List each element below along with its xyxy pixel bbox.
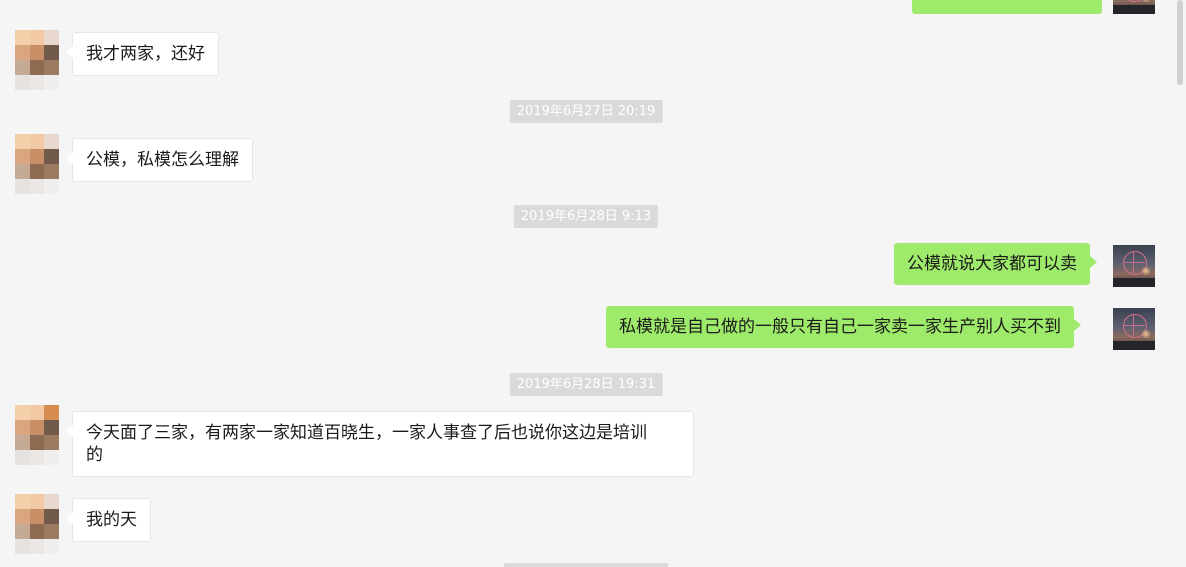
message-text: 我才两家，还好 bbox=[86, 44, 205, 64]
message-text: 今天面了三家，有两家一家知道百晓生，一家人事查了后也说你这边是培训 bbox=[86, 423, 647, 443]
timestamp: 2019年6月28日 19:31 bbox=[509, 373, 663, 396]
chat-message-area: 我才两家，还好 2019年6月27日 20:19 公模，私模怎么理解 2019年… bbox=[0, 0, 1186, 567]
message-bubble-incoming[interactable]: 我才两家，还好 bbox=[66, 32, 219, 76]
message-text: 我的天 bbox=[86, 510, 137, 530]
timestamp: 2019年6月27日 20:19 bbox=[509, 100, 663, 123]
scrollbar-thumb[interactable] bbox=[1177, 0, 1183, 85]
message-bubble-outgoing-partial[interactable] bbox=[912, 0, 1102, 14]
message-bubble-incoming[interactable]: 今天面了三家，有两家一家知道百晓生，一家人事查了后也说你这边是培训 的 bbox=[66, 411, 694, 477]
self-avatar[interactable] bbox=[1113, 0, 1155, 14]
scrollbar[interactable] bbox=[1174, 0, 1186, 567]
contact-avatar[interactable] bbox=[15, 494, 59, 554]
message-bubble-outgoing[interactable]: 私模就是自己做的一般只有自己一家卖一家生产别人买不到 bbox=[606, 306, 1081, 348]
message-text: 的 bbox=[86, 445, 103, 465]
self-avatar[interactable] bbox=[1113, 308, 1155, 350]
message-bubble-incoming[interactable]: 公模，私模怎么理解 bbox=[66, 138, 253, 182]
message-text: 私模就是自己做的一般只有自己一家卖一家生产别人买不到 bbox=[619, 317, 1061, 337]
contact-avatar[interactable] bbox=[15, 30, 59, 90]
timestamp-partial bbox=[504, 563, 668, 567]
message-bubble-outgoing[interactable]: 公模就说大家都可以卖 bbox=[894, 243, 1097, 285]
contact-avatar[interactable] bbox=[15, 405, 59, 465]
message-bubble-incoming[interactable]: 我的天 bbox=[66, 498, 151, 542]
message-text: 公模就说大家都可以卖 bbox=[907, 254, 1077, 274]
contact-avatar[interactable] bbox=[15, 134, 59, 194]
message-text: 公模，私模怎么理解 bbox=[86, 150, 239, 170]
timestamp: 2019年6月28日 9:13 bbox=[513, 205, 659, 228]
self-avatar[interactable] bbox=[1113, 245, 1155, 287]
